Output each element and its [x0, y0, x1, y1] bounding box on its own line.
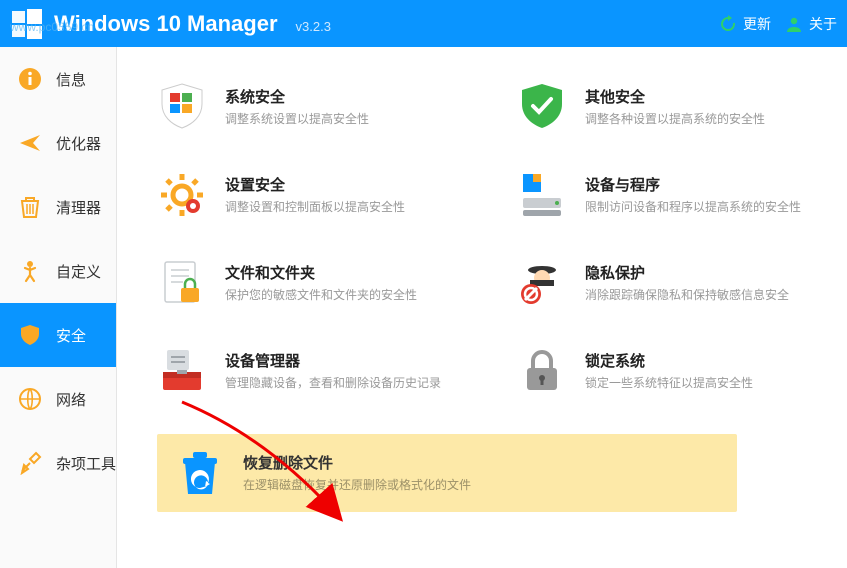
sidebar-item-label: 清理器 [56, 197, 101, 218]
app-title: Windows 10 Manager [54, 11, 278, 37]
card-title: 文件和文件夹 [225, 262, 417, 283]
sidebar-item-cleaner[interactable]: 清理器 [0, 175, 116, 239]
spy-block-icon [517, 258, 567, 308]
sidebar-item-optimizer[interactable]: 优化器 [0, 111, 116, 175]
toolbox-icon [157, 346, 207, 396]
refresh-icon [719, 15, 737, 33]
device-icon [517, 170, 567, 220]
info-icon [18, 67, 42, 91]
card-recover-deleted[interactable]: 恢复删除文件在逻辑磁盘恢复并还原删除或格式化的文件 [157, 434, 737, 512]
card-desc: 保护您的敏感文件和文件夹的安全性 [225, 287, 417, 304]
card-settings-security[interactable]: 设置安全调整设置和控制面板以提高安全性 [157, 170, 457, 220]
card-desc: 消除跟踪确保隐私和保持敏感信息安全 [585, 287, 789, 304]
content-panel: 系统安全调整系统设置以提高安全性 其他安全调整各种设置以提高系统的安全性 设置安… [117, 47, 847, 568]
plane-icon [18, 131, 42, 155]
user-icon [785, 15, 803, 33]
lock-icon [517, 346, 567, 396]
sidebar-item-label: 优化器 [56, 133, 101, 154]
gear-icon [157, 170, 207, 220]
sidebar-item-misc[interactable]: 杂项工具 [0, 431, 116, 495]
card-file-folder[interactable]: 文件和文件夹保护您的敏感文件和文件夹的安全性 [157, 258, 457, 308]
card-system-security[interactable]: 系统安全调整系统设置以提高安全性 [157, 82, 457, 132]
card-desc: 调整各种设置以提高系统的安全性 [585, 111, 765, 128]
shield-icon [18, 323, 42, 347]
sidebar: 信息 优化器 清理器 自定义 安全 网络 杂项工具 [0, 47, 117, 568]
about-button[interactable]: 关于 [785, 14, 837, 34]
sidebar-item-label: 网络 [56, 389, 86, 410]
app-logo-icon [10, 7, 44, 41]
card-title: 其他安全 [585, 86, 765, 107]
document-lock-icon [157, 258, 207, 308]
card-desc: 锁定一些系统特征以提高安全性 [585, 375, 753, 392]
sidebar-item-label: 杂项工具 [56, 453, 116, 474]
sidebar-item-label: 信息 [56, 69, 86, 90]
app-version: v3.2.3 [296, 19, 331, 34]
sidebar-item-info[interactable]: 信息 [0, 47, 116, 111]
sidebar-item-network[interactable]: 网络 [0, 367, 116, 431]
card-title: 恢复删除文件 [243, 452, 471, 473]
card-desc: 限制访问设备和程序以提高系统的安全性 [585, 199, 801, 216]
card-other-security[interactable]: 其他安全调整各种设置以提高系统的安全性 [517, 82, 817, 132]
sidebar-item-customize[interactable]: 自定义 [0, 239, 116, 303]
tools-icon [18, 451, 42, 475]
card-desc: 管理隐藏设备，查看和删除设备历史记录 [225, 375, 441, 392]
title-bar: Windows 10 Manager v3.2.3 更新 关于 [0, 0, 847, 47]
shield-windows-icon [157, 82, 207, 132]
card-title: 锁定系统 [585, 350, 753, 371]
person-icon [18, 259, 42, 283]
trash-icon [18, 195, 42, 219]
card-desc: 调整设置和控制面板以提高安全性 [225, 199, 405, 216]
card-title: 设置安全 [225, 174, 405, 195]
card-device-program[interactable]: 设备与程序限制访问设备和程序以提高系统的安全性 [517, 170, 817, 220]
card-title: 系统安全 [225, 86, 369, 107]
card-title: 隐私保护 [585, 262, 789, 283]
globe-icon [18, 387, 42, 411]
card-privacy[interactable]: 隐私保护消除跟踪确保隐私和保持敏感信息安全 [517, 258, 817, 308]
about-label: 关于 [809, 14, 837, 34]
trash-restore-icon [175, 448, 225, 498]
update-button[interactable]: 更新 [719, 14, 771, 34]
update-label: 更新 [743, 14, 771, 34]
sidebar-item-security[interactable]: 安全 [0, 303, 116, 367]
card-lock-system[interactable]: 锁定系统锁定一些系统特征以提高安全性 [517, 346, 817, 396]
card-device-manager[interactable]: 设备管理器管理隐藏设备，查看和删除设备历史记录 [157, 346, 457, 396]
sidebar-item-label: 自定义 [56, 261, 101, 282]
shield-check-icon [517, 82, 567, 132]
card-title: 设备与程序 [585, 174, 801, 195]
card-desc: 调整系统设置以提高安全性 [225, 111, 369, 128]
sidebar-item-label: 安全 [56, 325, 86, 346]
card-title: 设备管理器 [225, 350, 441, 371]
card-desc: 在逻辑磁盘恢复并还原删除或格式化的文件 [243, 477, 471, 494]
